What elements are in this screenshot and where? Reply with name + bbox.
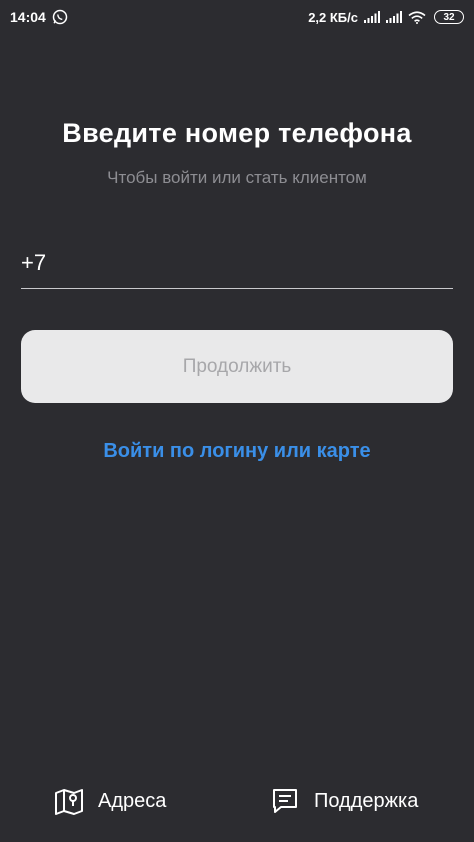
- support-button[interactable]: Поддержка: [270, 786, 418, 816]
- status-time: 14:04: [10, 9, 46, 25]
- status-right: 2,2 КБ/с 32: [308, 10, 464, 25]
- login-screen: 14:04 2,2 КБ/с 32 Введите номер телефона…: [0, 0, 474, 842]
- support-label: Поддержка: [314, 789, 419, 812]
- addresses-button[interactable]: Адреса: [54, 786, 166, 816]
- login-by-card-link[interactable]: Войти по логину или карте: [0, 440, 474, 463]
- status-left: 14:04: [10, 9, 68, 25]
- wifi-icon: [408, 10, 426, 24]
- page-title: Введите номер телефона: [62, 118, 412, 148]
- phone-field[interactable]: [21, 246, 453, 289]
- page-subtitle: Чтобы войти или стать клиентом: [107, 168, 367, 187]
- chat-icon: [273, 789, 297, 813]
- map-icon: [55, 789, 83, 815]
- status-bar: 14:04 2,2 КБ/с 32: [0, 0, 474, 34]
- continue-button[interactable]: Продолжить: [21, 330, 453, 403]
- phone-input[interactable]: [21, 250, 453, 276]
- addresses-label: Адреса: [98, 789, 167, 812]
- battery-icon: 32: [434, 10, 464, 24]
- whatsapp-icon: [52, 9, 68, 25]
- battery-level: 32: [443, 11, 455, 23]
- network-speed: 2,2 КБ/с: [308, 9, 358, 25]
- signal-icon: [364, 11, 380, 23]
- signal-icon-2: [386, 11, 402, 23]
